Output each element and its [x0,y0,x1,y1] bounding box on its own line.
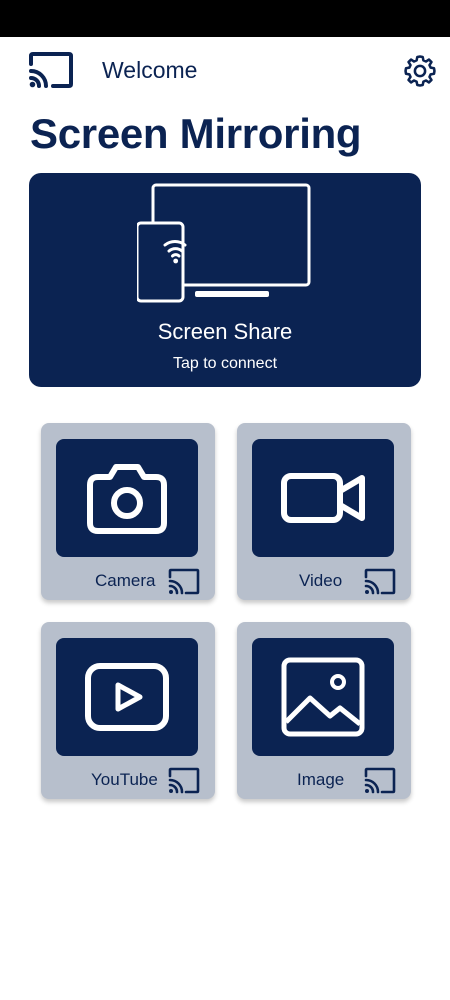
video-tile[interactable]: Video [237,423,411,600]
camera-label: Camera [95,571,156,590]
video-tile-panel [252,439,394,557]
cast-icon [168,767,200,794]
cast-icon [364,767,396,794]
cast-icon [364,568,396,595]
camera-tile[interactable]: Camera [41,423,215,600]
image-tile-panel [252,638,394,756]
youtube-play-icon [85,663,169,731]
video-camera-icon [281,473,365,523]
image-tile[interactable]: Image [237,622,411,799]
page-title: Screen Mirroring [30,110,362,157]
gear-icon[interactable] [403,54,437,88]
screen-share-subtitle: Tap to connect [172,355,278,372]
screen-share-icon [137,183,311,303]
screen-share-title: Screen Share [157,319,293,344]
cast-icon [168,568,200,595]
status-bar [0,0,450,37]
camera-tile-panel [56,439,198,557]
youtube-tile-panel [56,638,198,756]
youtube-tile[interactable]: YouTube [41,622,215,799]
welcome-label: Welcome [102,57,198,83]
image-label: Image [297,770,345,789]
screen-share-card[interactable]: Screen Share Tap to connect [29,173,421,387]
image-icon [281,657,365,737]
cast-icon[interactable] [28,51,74,89]
youtube-label: YouTube [91,770,158,789]
video-label: Video [299,571,343,590]
top-bar: Welcome [0,37,450,103]
camera-icon [87,464,167,534]
